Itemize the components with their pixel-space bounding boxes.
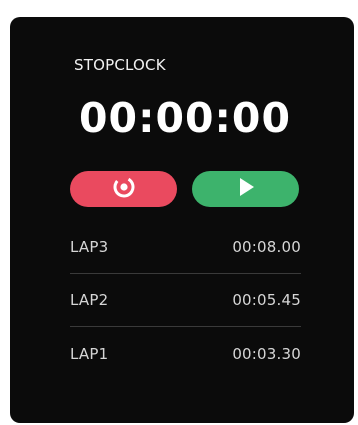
play-icon [234,175,258,203]
app-title: STOPCLOCK [74,56,166,74]
lap-row: LAP3 00:08.00 [70,221,301,274]
lap-row: LAP1 00:03.30 [70,327,301,380]
reset-button[interactable] [70,171,177,207]
lap-row: LAP2 00:05.45 [70,274,301,327]
lap-time: 00:05.45 [232,291,301,309]
lap-time: 00:03.30 [232,344,301,363]
lap-list: LAP3 00:08.00 LAP2 00:05.45 LAP1 00:03.3… [70,221,301,380]
lap-label: LAP3 [70,238,109,256]
lap-label: LAP1 [70,344,109,363]
lap-label: LAP2 [70,291,109,309]
play-button[interactable] [192,171,299,207]
lap-time: 00:08.00 [232,238,301,256]
time-display: 00:00:00 [79,94,291,142]
reset-icon [111,174,137,204]
